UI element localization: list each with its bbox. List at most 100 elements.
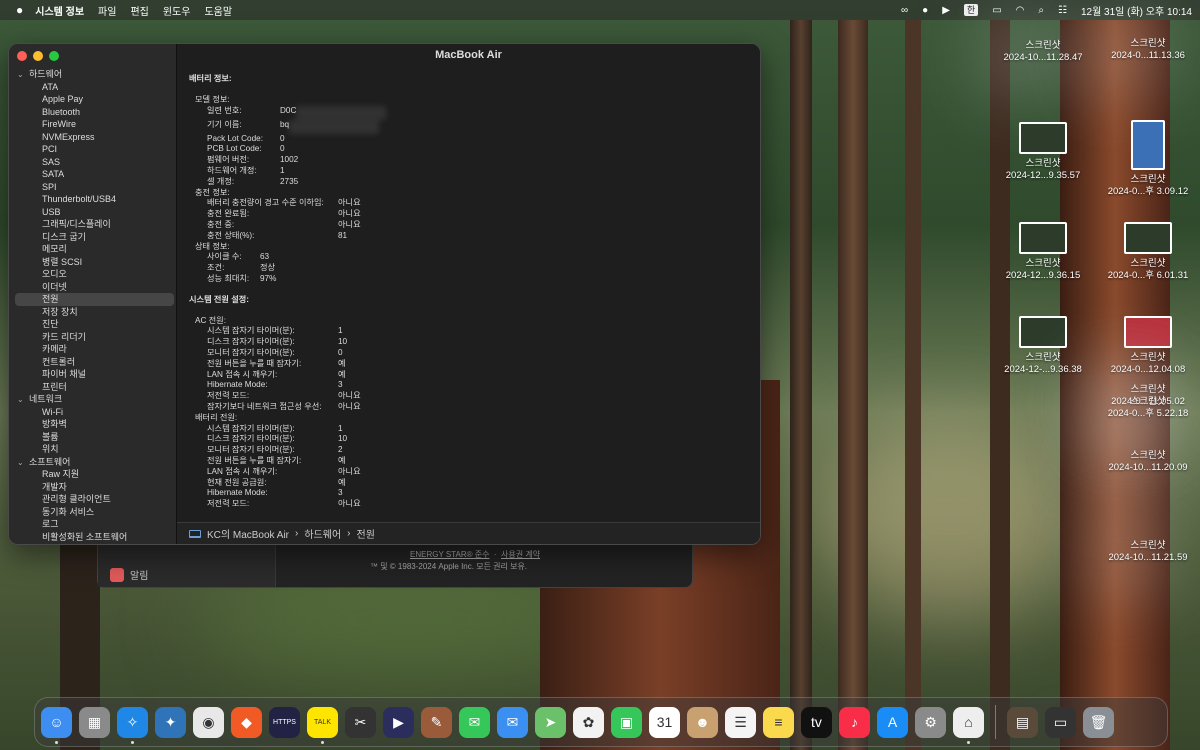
- close-button[interactable]: [17, 51, 27, 61]
- creative-cloud-icon[interactable]: ∞: [901, 5, 908, 16]
- sidebar-item[interactable]: PCI: [9, 143, 176, 156]
- menu-app-name[interactable]: 시스템 정보: [35, 3, 84, 18]
- sidebar-item[interactable]: 파이버 채널: [9, 368, 176, 381]
- sidebar-group[interactable]: 소프트웨어: [9, 456, 176, 469]
- sidebar-item[interactable]: ATA: [9, 81, 176, 94]
- sidebar-item[interactable]: 프린터: [9, 381, 176, 394]
- chrome-icon[interactable]: ◉: [193, 706, 224, 738]
- sidebar-item[interactable]: Apple Pay: [9, 93, 176, 106]
- system-information-icon[interactable]: ⌂: [953, 706, 984, 744]
- sidebar-item[interactable]: 동기화 서비스: [9, 506, 176, 519]
- path-computer[interactable]: KC의 MacBook Air: [207, 526, 289, 541]
- wifi-icon[interactable]: ◠: [1016, 5, 1025, 16]
- sidebar-item[interactable]: 로그: [9, 518, 176, 531]
- maps-icon[interactable]: ➤: [535, 706, 566, 738]
- downloads-stack-icon[interactable]: ▤: [1007, 706, 1038, 738]
- battery-icon[interactable]: ▭: [992, 5, 1001, 16]
- sidebar-item[interactable]: 카드 리더기: [9, 331, 176, 344]
- menu-file[interactable]: 파일: [98, 3, 116, 18]
- sidebar-item[interactable]: 컨트롤러: [9, 356, 176, 369]
- sidebar-item[interactable]: 위치: [9, 443, 176, 456]
- sidebar-item[interactable]: FireWire: [9, 118, 176, 131]
- desktop-file-icon[interactable]: 스크린샷 2024-12...9.35.57: [998, 122, 1088, 182]
- zoom-button[interactable]: [49, 51, 59, 61]
- sidebar-item[interactable]: 전원: [15, 293, 174, 306]
- video-app-icon[interactable]: ▶: [383, 706, 414, 738]
- sidebar-item[interactable]: 메모리: [9, 243, 176, 256]
- sidebar-item[interactable]: 개발자: [9, 481, 176, 494]
- sidebar-item[interactable]: Bluetooth: [9, 106, 176, 119]
- sidebar-item[interactable]: SAS: [9, 156, 176, 169]
- menu-clock[interactable]: 12월 31일 (화) 오후 10:14: [1081, 3, 1192, 18]
- path-hardware[interactable]: 하드웨어: [304, 526, 341, 541]
- apple-menu-icon[interactable]: ●: [16, 3, 23, 17]
- play-icon[interactable]: ▶: [942, 5, 950, 16]
- music-icon[interactable]: ♪: [839, 706, 870, 738]
- app-store-icon[interactable]: A: [877, 706, 908, 738]
- safari-icon[interactable]: ✧: [117, 706, 148, 744]
- desktop-file-icon[interactable]: 스크린샷 2024-0...12.04.08: [1103, 316, 1193, 376]
- sidebar-item[interactable]: 병렬 SCSI: [9, 256, 176, 269]
- reminders-icon[interactable]: ☰: [725, 706, 756, 738]
- apple-tv-icon[interactable]: tv: [801, 706, 832, 738]
- menu-window[interactable]: 윈도우: [163, 3, 191, 18]
- sidebar-item[interactable]: 진단: [9, 318, 176, 331]
- messages-icon[interactable]: ✉: [459, 706, 490, 738]
- system-information-window[interactable]: 하드웨어ATAApple PayBluetoothFireWireNVMExpr…: [8, 43, 761, 545]
- brave-icon[interactable]: ◆: [231, 706, 262, 738]
- path-power[interactable]: 전원: [357, 526, 375, 541]
- twitter-icon[interactable]: ✦: [155, 706, 186, 738]
- desktop-file-icon[interactable]: 스크린샷2024-0...11.13.36: [1103, 38, 1193, 70]
- https-app-icon[interactable]: HTTPS: [269, 706, 300, 738]
- finder-icon[interactable]: ☺: [41, 706, 72, 744]
- sidebar-item[interactable]: SATA: [9, 168, 176, 181]
- sidebar-group[interactable]: 하드웨어: [9, 68, 176, 81]
- system-settings-icon[interactable]: ⚙: [915, 706, 946, 738]
- photos-icon[interactable]: ✿: [573, 706, 604, 738]
- energy-star-link[interactable]: ENERGY STAR® 준수: [410, 550, 489, 559]
- sidebar-item[interactable]: 디스크 굽기: [9, 231, 176, 244]
- sidebar-item[interactable]: 카메라: [9, 343, 176, 356]
- facetime-icon[interactable]: ▣: [611, 706, 642, 738]
- sidebar-item[interactable]: Wi-Fi: [9, 406, 176, 419]
- sidebar-item[interactable]: 이더넷: [9, 281, 176, 294]
- sidebar-item[interactable]: 볼륨: [9, 431, 176, 444]
- menu-edit[interactable]: 편집: [130, 3, 148, 18]
- menu-help[interactable]: 도움말: [204, 3, 232, 18]
- script-app-icon[interactable]: ✎: [421, 706, 452, 738]
- desktop-file-icon[interactable]: 스크린샷2024-10...11.20.09: [1103, 450, 1193, 482]
- desktop-file-icon[interactable]: 스크린샷 2024-12...9.36.15: [998, 222, 1088, 282]
- trash-icon[interactable]: 🗑: [1083, 706, 1114, 738]
- sidebar-item[interactable]: 관리형 클라이언트: [9, 493, 176, 506]
- desktop-file-icon[interactable]: 스크린샷2024-10...11.28.47: [998, 40, 1088, 72]
- notes-icon[interactable]: ≡: [763, 706, 794, 738]
- chat-bubble-icon[interactable]: ●: [922, 5, 928, 16]
- screen-thumbnail-icon[interactable]: ▭: [1045, 706, 1076, 738]
- desktop-file-icon[interactable]: 스크린샷2024-0...후 5.22.18: [1103, 396, 1193, 428]
- sidebar-item[interactable]: 비활성화된 소프트웨어: [9, 531, 176, 544]
- contacts-icon[interactable]: ☻: [687, 706, 718, 738]
- desktop-file-icon[interactable]: 스크린샷 2024-0...후 6.01.31: [1103, 222, 1193, 282]
- sidebar-item[interactable]: SPI: [9, 181, 176, 194]
- sidebar-item[interactable]: 그래픽/디스플레이: [9, 218, 176, 231]
- launchpad-icon[interactable]: ▦: [79, 706, 110, 738]
- desktop-file-icon[interactable]: 스크린샷2024-10...11.21.59: [1103, 540, 1193, 572]
- mail-icon[interactable]: ✉: [497, 706, 528, 738]
- minimize-button[interactable]: [33, 51, 43, 61]
- sidebar-item[interactable]: 오디오: [9, 268, 176, 281]
- desktop-file-icon[interactable]: 스크린샷 2024-12-...9.36.38: [998, 316, 1088, 376]
- sidebar-item[interactable]: 저장 장치: [9, 306, 176, 319]
- license-link[interactable]: 사용권 계약: [501, 550, 540, 559]
- sidebar-item[interactable]: USB: [9, 206, 176, 219]
- input-source-indicator[interactable]: 한: [963, 4, 979, 16]
- spotlight-search-icon[interactable]: ⌕: [1038, 5, 1044, 16]
- calendar-icon[interactable]: 31: [649, 706, 680, 738]
- sidebar-item[interactable]: Raw 지원: [9, 468, 176, 481]
- sidebar-item[interactable]: 방화벽: [9, 418, 176, 431]
- kakaotalk-icon[interactable]: TALK: [307, 706, 338, 744]
- notification-item[interactable]: 알림: [110, 567, 148, 582]
- final-cut-icon[interactable]: ✂: [345, 706, 376, 738]
- desktop-file-icon[interactable]: 스크린샷 2024-0...후 3.09.12: [1103, 120, 1193, 198]
- control-center-icon[interactable]: ☷: [1058, 5, 1067, 16]
- sidebar-item[interactable]: NVMExpress: [9, 131, 176, 144]
